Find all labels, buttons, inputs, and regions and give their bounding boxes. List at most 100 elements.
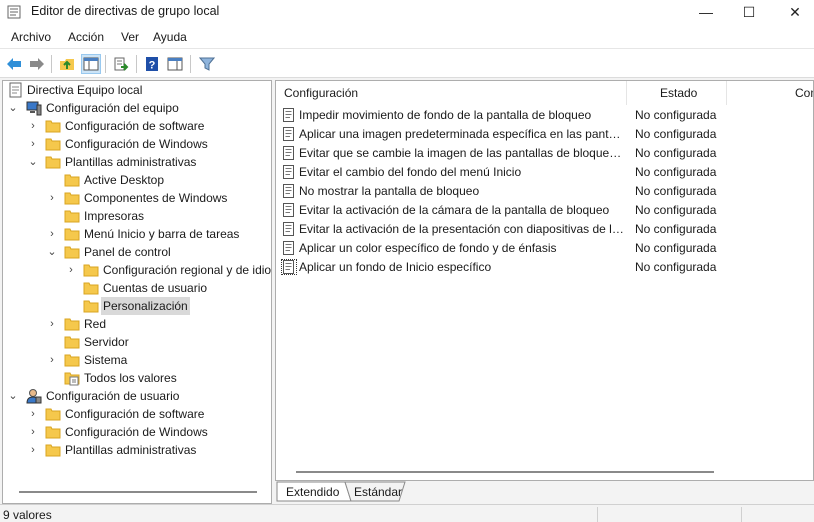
chevron-right-icon[interactable]: › (47, 229, 57, 240)
help-button[interactable]: ? (142, 54, 162, 74)
folder-icon (45, 138, 61, 151)
setting-state: No configurada (635, 165, 717, 179)
show-hide-action-pane-icon (167, 57, 183, 71)
show-hide-tree-button[interactable] (81, 54, 101, 74)
forward-arrow-icon (30, 58, 44, 70)
menu-archivo[interactable]: Archivo (11, 30, 51, 44)
chevron-right-icon[interactable]: › (28, 409, 38, 420)
folder-icon (64, 228, 80, 241)
column-divider[interactable] (626, 81, 627, 105)
export-list-button[interactable] (111, 54, 131, 74)
tree-item-computer-config[interactable]: ⌄ Configuración del equipo (3, 99, 271, 117)
table-row[interactable]: Evitar que se cambie la imagen de las pa… (276, 144, 813, 163)
folder-icon (83, 282, 99, 295)
toolbar: ? (0, 48, 814, 78)
tree-item-label: Componentes de Windows (84, 191, 228, 205)
chevron-right-icon[interactable]: › (47, 193, 57, 204)
setting-name: Aplicar un color específico de fondo y d… (299, 241, 557, 255)
table-row[interactable]: Aplicar una imagen predeterminada especí… (276, 125, 813, 144)
table-row[interactable]: Aplicar un color específico de fondo y d… (276, 239, 813, 258)
horizontal-scrollbar[interactable] (296, 471, 714, 473)
app-icon (7, 5, 21, 19)
tree-item-root[interactable]: Directiva Equipo local (3, 81, 271, 99)
chevron-down-icon[interactable]: ⌄ (8, 103, 18, 114)
tree-item-user-accounts[interactable]: Cuentas de usuario (3, 279, 271, 297)
setting-name: Evitar que se cambie la imagen de las pa… (299, 146, 627, 160)
chevron-right-icon[interactable]: › (66, 265, 76, 276)
tree-item-start-menu[interactable]: › Menú Inicio y barra de tareas (3, 225, 271, 243)
setting-state: No configurada (635, 222, 717, 236)
chevron-right-icon[interactable]: › (28, 121, 38, 132)
maximize-icon: ☐ (742, 4, 756, 20)
folder-icon (64, 246, 80, 259)
show-hide-action-pane-button[interactable] (165, 54, 185, 74)
policy-setting-icon (283, 203, 294, 217)
tree-item-computer-software[interactable]: › Configuración de software (3, 117, 271, 135)
menu-ver[interactable]: Ver (121, 30, 139, 44)
minimize-icon: — (699, 4, 713, 20)
maximize-button[interactable]: ☐ (726, 0, 772, 24)
table-row[interactable]: Evitar la activación de la cámara de la … (276, 201, 813, 220)
tree-item-user-windows[interactable]: › Configuración de Windows (3, 423, 271, 441)
tree-item-user-admin[interactable]: › Plantillas administrativas (3, 441, 271, 459)
tree-item-windows-components[interactable]: › Componentes de Windows (3, 189, 271, 207)
folder-icon (64, 192, 80, 205)
tree-item-all-settings[interactable]: Todos los valores (3, 369, 271, 387)
back-button[interactable] (4, 54, 24, 74)
table-row[interactable]: Evitar el cambio del fondo del menú Inic… (276, 163, 813, 182)
menu-accion[interactable]: Acción (68, 30, 104, 44)
chevron-right-icon[interactable]: › (47, 319, 57, 330)
tree-item-user-config[interactable]: ⌄ Configuración de usuario (3, 387, 271, 405)
policy-setting-icon (283, 241, 294, 255)
tree-item-printers[interactable]: Impresoras (3, 207, 271, 225)
horizontal-scrollbar[interactable] (19, 491, 257, 493)
up-one-level-button[interactable] (57, 54, 77, 74)
column-header-state[interactable]: Estado (660, 81, 697, 105)
up-folder-icon (60, 59, 74, 70)
tree-item-label: Plantillas administrativas (65, 443, 197, 457)
folder-icon (64, 336, 80, 349)
status-count: 9 valores (3, 508, 52, 522)
close-button[interactable]: ✕ (772, 0, 814, 24)
table-row[interactable]: Aplicar un fondo de Inicio específico No … (276, 258, 813, 277)
tree-item-label: Impresoras (84, 209, 145, 223)
table-row[interactable]: Evitar la activación de la presentación … (276, 220, 813, 239)
chevron-down-icon[interactable]: ⌄ (47, 247, 57, 258)
table-row[interactable]: Impedir movimiento de fondo de la pantal… (276, 106, 813, 125)
tree-item-computer-admin[interactable]: ⌄ Plantillas administrativas (3, 153, 271, 171)
tree-item-active-desktop[interactable]: Active Desktop (3, 171, 271, 189)
tree-item-regional[interactable]: › Configuración regional y de idioma (3, 261, 271, 279)
table-row[interactable]: No mostrar la pantalla de bloqueo No conf… (276, 182, 813, 201)
tree-item-user-software[interactable]: › Configuración de software (3, 405, 271, 423)
column-header-setting[interactable]: Configuración (284, 81, 358, 105)
tree-item-label: Servidor (84, 335, 129, 349)
chevron-down-icon[interactable]: ⌄ (8, 391, 18, 402)
chevron-right-icon[interactable]: › (28, 445, 38, 456)
chevron-right-icon[interactable]: › (28, 139, 38, 150)
tree-item-server[interactable]: Servidor (3, 333, 271, 351)
tree-item-computer-windows[interactable]: › Configuración de Windows (3, 135, 271, 153)
svg-text:?: ? (149, 60, 156, 72)
folder-icon (45, 444, 61, 457)
tree-item-control-panel[interactable]: ⌄ Panel de control (3, 243, 271, 261)
menu-ayuda[interactable]: Ayuda (153, 30, 187, 44)
minimize-button[interactable]: — (683, 0, 729, 24)
view-tabs: Extendido Estándar (275, 481, 814, 503)
filter-button[interactable] (197, 54, 217, 74)
tab-extended[interactable]: Extendido (286, 483, 339, 501)
tree-item-network[interactable]: › Red (3, 315, 271, 333)
tree-item-label: Menú Inicio y barra de tareas (84, 227, 240, 241)
column-divider[interactable] (726, 81, 727, 105)
chevron-down-icon[interactable]: ⌄ (28, 157, 38, 168)
forward-button[interactable] (27, 54, 47, 74)
chevron-right-icon[interactable]: › (28, 427, 38, 438)
column-header-comment[interactable]: Comentario (795, 81, 813, 105)
tree-item-system[interactable]: › Sistema (3, 351, 271, 369)
tree-item-label: Panel de control (84, 245, 171, 259)
chevron-right-icon[interactable]: › (47, 355, 57, 366)
tree-item-label: Configuración del equipo (46, 101, 179, 115)
tree-item-label: Personalización (101, 297, 190, 315)
tab-standard[interactable]: Estándar (354, 483, 402, 501)
tree-item-personalization[interactable]: Personalización (3, 297, 271, 315)
tree-item-label: Cuentas de usuario (103, 281, 208, 295)
